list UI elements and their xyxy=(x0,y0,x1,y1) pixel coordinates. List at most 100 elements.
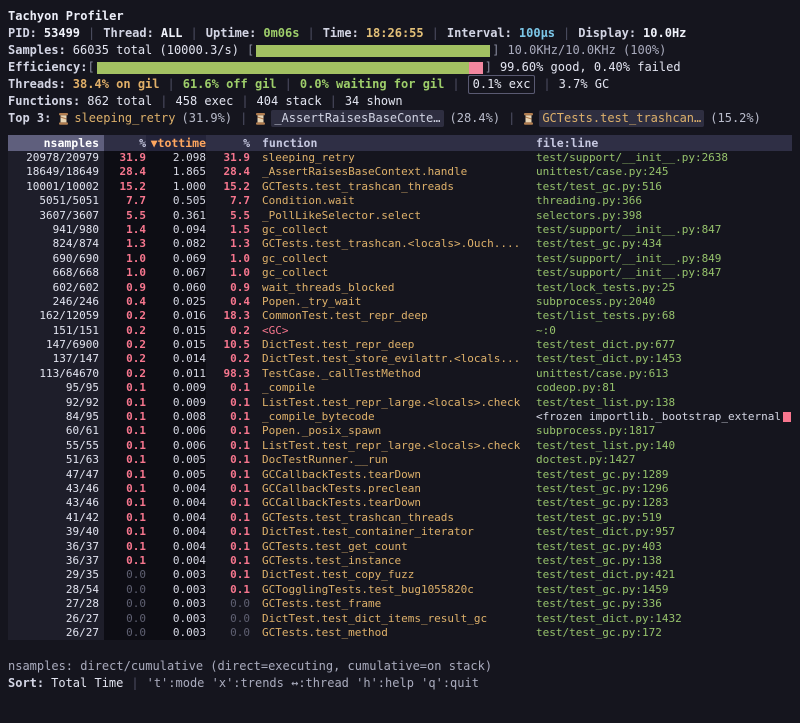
uptime-label: Uptime: xyxy=(206,25,257,42)
cell-file-line: test/test_gc.py:1283 xyxy=(532,496,792,510)
cell-function: <GC> xyxy=(250,324,532,338)
top3-item-2: _AssertRaisesBaseConte… (28.4%) xyxy=(255,110,500,127)
bar-open-bracket: [ xyxy=(87,59,94,76)
table-row[interactable]: 151/1510.20.0150.2<GC>~:0 xyxy=(8,324,792,338)
cell-pct-direct: 0.2 xyxy=(104,338,146,352)
table-row[interactable]: 246/2460.40.0250.4Popen._try_waitsubproc… xyxy=(8,295,792,309)
table-header: nsamples % ▼tottime % function file:line xyxy=(8,135,792,151)
table-row[interactable]: 36/370.10.0040.1GCTests.test_get_countte… xyxy=(8,540,792,554)
table-row[interactable]: 690/6901.00.0691.0gc_collecttest/support… xyxy=(8,252,792,266)
table-row[interactable]: 668/6681.00.0671.0gc_collecttest/support… xyxy=(8,266,792,280)
top3-percent: (28.4%) xyxy=(450,110,501,127)
table-row[interactable]: 28/540.00.0030.1GCTogglingTests.test_bug… xyxy=(8,583,792,597)
cell-tottime: 0.003 xyxy=(146,597,206,611)
cell-nsamples: 95/95 xyxy=(8,381,104,395)
threads-off-gil: 61.6% off gil xyxy=(183,76,277,93)
app-title: Tachyon Profiler xyxy=(8,8,124,25)
cell-nsamples: 29/35 xyxy=(8,568,104,582)
table-row[interactable]: 39/400.10.0040.1DictTest.test_container_… xyxy=(8,525,792,539)
cell-nsamples: 824/874 xyxy=(8,237,104,251)
cell-nsamples: 113/64670 xyxy=(8,367,104,381)
efficiency-summary: 99.60% good, 0.40% failed xyxy=(500,59,681,76)
thread-label: Thread: xyxy=(103,25,154,42)
table-row[interactable]: 10001/1000215.21.00015.2GCTests.test_tra… xyxy=(8,180,792,194)
top3-percent: (31.9%) xyxy=(182,110,233,127)
cell-pct-direct: 5.5 xyxy=(104,209,146,223)
cell-function: gc_collect xyxy=(250,223,532,237)
cell-pct-cumulative: 0.1 xyxy=(206,554,250,568)
table-row[interactable]: 824/8741.30.0821.3GCTests.test_trashcan.… xyxy=(8,237,792,251)
cell-pct-cumulative: 0.1 xyxy=(206,496,250,510)
cell-tottime: 0.004 xyxy=(146,482,206,496)
column-header-pct-cumulative[interactable]: % xyxy=(206,135,250,151)
cell-file-line: test/test_dict.py:421 xyxy=(532,568,792,582)
column-header-file-line[interactable]: file:line xyxy=(532,135,792,151)
table-row[interactable]: 43/460.10.0040.1GCCallbackTests.tearDown… xyxy=(8,496,792,510)
table-row[interactable]: 47/470.10.0050.1GCCallbackTests.tearDown… xyxy=(8,468,792,482)
table-row[interactable]: 162/120590.20.01618.3CommonTest.test_rep… xyxy=(8,309,792,323)
cell-nsamples: 36/37 xyxy=(8,540,104,554)
column-header-function[interactable]: function xyxy=(250,135,532,151)
separator: | xyxy=(160,93,167,110)
table-row[interactable]: 95/950.10.0090.1_compilecodeop.py:81 xyxy=(8,381,792,395)
cell-pct-cumulative: 0.1 xyxy=(206,424,250,438)
table-row[interactable]: 147/69000.20.01510.5DictTest.test_repr_d… xyxy=(8,338,792,352)
cell-tottime: 0.069 xyxy=(146,252,206,266)
cell-function: ListTest.test_repr_large.<locals>.check xyxy=(250,439,532,453)
table-row[interactable]: 60/610.10.0060.1Popen._posix_spawnsubpro… xyxy=(8,424,792,438)
separator: | xyxy=(88,25,95,42)
cell-nsamples: 92/92 xyxy=(8,396,104,410)
table-row[interactable]: 20978/2097931.92.09831.9sleeping_retryte… xyxy=(8,151,792,165)
top3-line: Top 3: sleeping_retry (31.9%) | _AssertR… xyxy=(8,110,792,127)
table-row[interactable]: 3607/36075.50.3615.5_PollLikeSelector.se… xyxy=(8,209,792,223)
cell-pct-direct: 0.2 xyxy=(104,367,146,381)
cell-function: GCTests.test_trashcan_threads xyxy=(250,180,532,194)
table-row[interactable]: 51/630.10.0050.1DocTestRunner.__rundocte… xyxy=(8,453,792,467)
table-row[interactable]: 41/420.10.0040.1GCTests.test_trashcan_th… xyxy=(8,511,792,525)
table-row[interactable]: 137/1470.20.0140.2DictTest.test_store_ev… xyxy=(8,352,792,366)
separator: | xyxy=(168,76,175,93)
column-header-pct-direct[interactable]: % xyxy=(104,135,146,151)
table-row[interactable]: 29/350.00.0030.1DictTest.test_copy_fuzzt… xyxy=(8,568,792,582)
table-row[interactable]: 55/550.10.0060.1ListTest.test_repr_large… xyxy=(8,439,792,453)
separator: | xyxy=(432,25,439,42)
cell-function: wait_threads_blocked xyxy=(250,281,532,295)
cell-nsamples: 43/46 xyxy=(8,496,104,510)
cell-function: _AssertRaisesBaseContext.handle xyxy=(250,165,532,179)
table-row[interactable]: 36/370.10.0040.1GCTests.test_instancetes… xyxy=(8,554,792,568)
cell-pct-cumulative: 0.1 xyxy=(206,540,250,554)
separator: | xyxy=(240,110,247,127)
table-row[interactable]: 113/646700.20.01198.3TestCase._callTestM… xyxy=(8,367,792,381)
table-row[interactable]: 84/950.10.0080.1_compile_bytecode<frozen… xyxy=(8,410,792,424)
keyboard-shortcuts: 't':mode 'x':trends ↔:thread 'h':help 'q… xyxy=(147,675,479,692)
column-header-nsamples[interactable]: nsamples xyxy=(8,135,104,151)
table-row[interactable]: 27/280.00.0030.0GCTests.test_frametest/t… xyxy=(8,597,792,611)
top3-label: Top 3: xyxy=(8,110,51,127)
cell-pct-direct: 0.1 xyxy=(104,525,146,539)
cell-nsamples: 246/246 xyxy=(8,295,104,309)
cell-pct-direct: 31.9 xyxy=(104,151,146,165)
table-row[interactable]: 941/9801.40.0941.5gc_collecttest/support… xyxy=(8,223,792,237)
cell-file-line: unittest/case.py:245 xyxy=(532,165,792,179)
table-row[interactable]: 43/460.10.0040.1GCCallbackTests.preclean… xyxy=(8,482,792,496)
cell-function: DictTest.test_repr_deep xyxy=(250,338,532,352)
cell-nsamples: 26/27 xyxy=(8,626,104,640)
cell-pct-direct: 0.1 xyxy=(104,482,146,496)
column-header-tottime[interactable]: ▼tottime xyxy=(146,135,206,151)
table-row[interactable]: 92/920.10.0090.1ListTest.test_repr_large… xyxy=(8,396,792,410)
separator: | xyxy=(543,76,550,93)
interval-value: 100μs xyxy=(519,25,555,42)
cell-pct-direct: 1.0 xyxy=(104,266,146,280)
cell-tottime: 0.014 xyxy=(146,352,206,366)
table-row[interactable]: 5051/50517.70.5057.7Condition.waitthread… xyxy=(8,194,792,208)
table-row[interactable]: 26/270.00.0030.0DictTest.test_dict_items… xyxy=(8,612,792,626)
table-row[interactable]: 26/270.00.0030.0GCTests.test_methodtest/… xyxy=(8,626,792,640)
table-row[interactable]: 602/6020.90.0600.9wait_threads_blockedte… xyxy=(8,281,792,295)
bar-close-bracket: ] xyxy=(492,42,499,59)
cell-nsamples: 43/46 xyxy=(8,482,104,496)
cell-nsamples: 39/40 xyxy=(8,525,104,539)
samples-value: 66035 total (10000.3/s) xyxy=(73,42,239,59)
cell-tottime: 0.003 xyxy=(146,612,206,626)
pid-value: 53499 xyxy=(44,25,80,42)
table-row[interactable]: 18649/1864928.41.86528.4_AssertRaisesBas… xyxy=(8,165,792,179)
